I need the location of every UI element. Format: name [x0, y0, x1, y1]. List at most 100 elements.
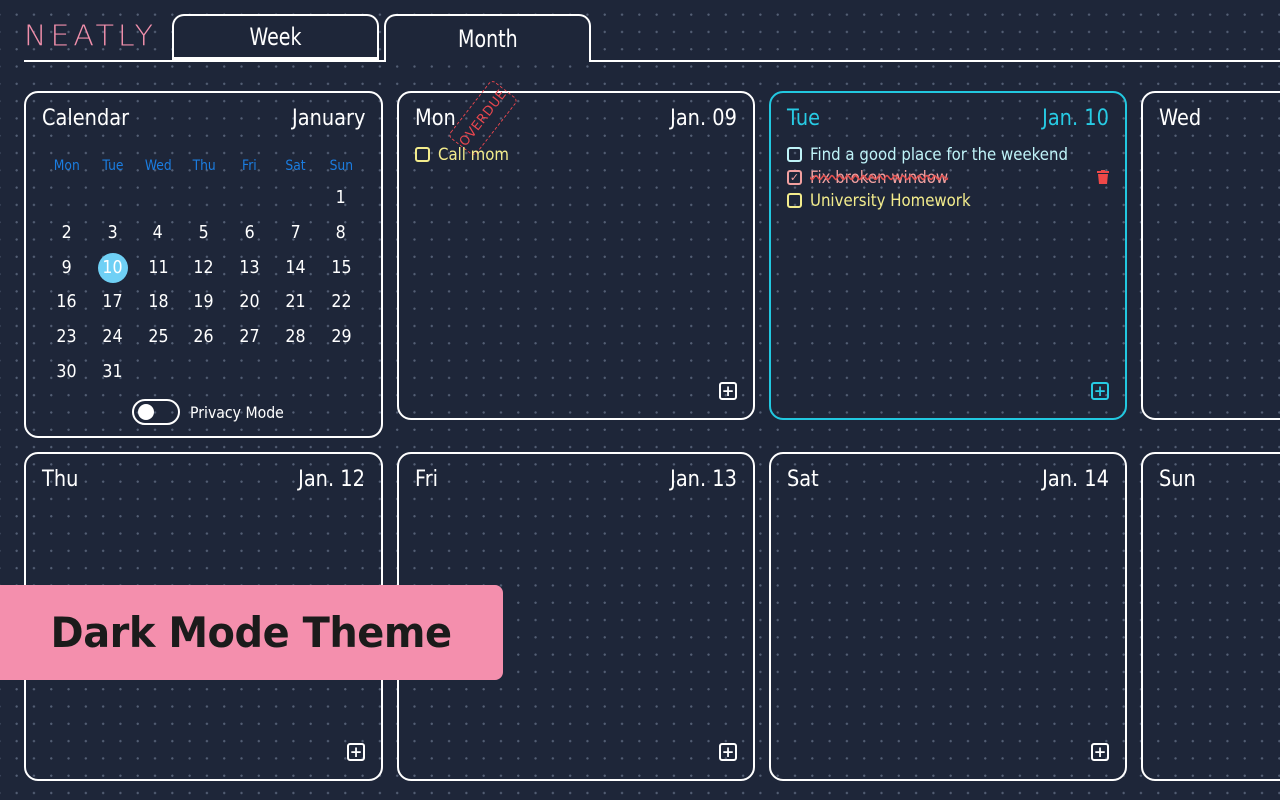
empty-cell	[227, 181, 273, 216]
day-weekday: Sun	[1159, 467, 1196, 492]
calendar-day[interactable]: 19	[181, 285, 227, 320]
add-task-button[interactable]: +	[347, 743, 365, 761]
calendar-day[interactable]: 2	[44, 216, 90, 251]
empty-cell	[135, 181, 181, 216]
tab-month[interactable]: Month	[384, 14, 591, 62]
calendar-day[interactable]: 29	[318, 320, 364, 355]
calendar-day[interactable]: 8	[318, 216, 364, 251]
day-card-sun: Sun	[1141, 452, 1280, 781]
trash-icon[interactable]	[1097, 170, 1109, 184]
day-date: Jan. 09	[670, 106, 737, 131]
add-task-button[interactable]: +	[1091, 743, 1109, 761]
weekday-header: Tue	[90, 151, 136, 181]
weekday-label: Sun	[329, 158, 353, 174]
checkbox-icon[interactable]	[415, 147, 430, 162]
calendar-day[interactable]: 6	[227, 216, 273, 251]
day-number: 7	[290, 221, 301, 243]
privacy-mode: Privacy Mode	[132, 399, 297, 425]
calendar-month: January	[291, 106, 365, 131]
calendar-day[interactable]: 18	[135, 285, 181, 320]
calendar-day[interactable]: 12	[181, 251, 227, 286]
day-number: 28	[285, 326, 306, 348]
add-task-button[interactable]: +	[1091, 382, 1109, 400]
task-item[interactable]: University Homework	[787, 189, 1109, 212]
day-number: 20	[239, 291, 260, 313]
calendar-day[interactable]: 20	[227, 285, 273, 320]
add-task-button[interactable]: +	[719, 743, 737, 761]
calendar-day[interactable]: 13	[227, 251, 273, 286]
calendar-day[interactable]: 28	[272, 320, 318, 355]
day-card-sat: Sat Jan. 14 +	[769, 452, 1127, 781]
day-weekday: Tue	[787, 106, 821, 131]
day-date: Jan. 14	[1042, 467, 1109, 492]
calendar-day[interactable]: 21	[272, 285, 318, 320]
weekday-label: Wed	[144, 158, 172, 174]
day-date: Jan. 13	[670, 467, 737, 492]
day-number: 1	[335, 187, 347, 208]
calendar-day[interactable]: 22	[318, 285, 364, 320]
day-card-wed: Wed	[1141, 91, 1280, 420]
day-number: 14	[285, 256, 306, 278]
plus-icon: +	[1093, 743, 1107, 761]
calendar-day[interactable]: 1	[318, 181, 364, 216]
day-number: 24	[102, 326, 123, 348]
calendar-day[interactable]: 31	[90, 355, 136, 390]
calendar-day[interactable]: 17	[90, 285, 136, 320]
calendar-day[interactable]: 27	[227, 320, 273, 355]
checkbox-icon[interactable]	[787, 147, 802, 162]
checkbox-checked-icon[interactable]: ✓	[787, 170, 802, 185]
privacy-mode-toggle[interactable]	[132, 399, 180, 425]
day-number: 25	[148, 326, 169, 348]
day-number: 9	[61, 256, 72, 278]
tab-week[interactable]: Week	[172, 14, 379, 62]
calendar-day[interactable]: 24	[90, 320, 136, 355]
task-item[interactable]: Find a good place for the weekend	[787, 143, 1109, 166]
day-number: 30	[56, 360, 77, 382]
day-number: 8	[335, 221, 347, 243]
theme-banner: Dark Mode Theme	[0, 585, 503, 680]
calendar-grid: Mon Tue Wed Thu Fri Sat Sun 1 2 3 4 5 6 7 8 9 10 11 12 13 14…	[44, 151, 364, 390]
day-number: 22	[330, 291, 352, 313]
calendar-day[interactable]: 3	[90, 216, 136, 251]
calendar-day[interactable]: 15	[318, 251, 364, 286]
mini-calendar: Calendar January Mon Tue Wed Thu Fri Sat Sun 1 2…	[24, 91, 383, 438]
empty-cell	[90, 181, 136, 216]
checkbox-icon[interactable]	[787, 193, 802, 208]
banner-text: Dark Mode Theme	[51, 608, 452, 657]
calendar-day-selected[interactable]: 10	[90, 251, 136, 286]
calendar-day[interactable]: 30	[44, 355, 90, 390]
calendar-day[interactable]: 9	[44, 251, 90, 286]
weekday-label: Mon	[53, 158, 80, 174]
add-task-button[interactable]: +	[719, 382, 737, 400]
day-number: 18	[148, 291, 169, 313]
calendar-day[interactable]: 16	[44, 285, 90, 320]
weekday-label: Tue	[101, 158, 124, 174]
calendar-day[interactable]: 4	[135, 216, 181, 251]
calendar-day[interactable]: 25	[135, 320, 181, 355]
tab-month-label: Month	[457, 25, 518, 53]
day-weekday: Fri	[415, 467, 439, 492]
day-number: 31	[102, 360, 123, 382]
calendar-day[interactable]: 5	[181, 216, 227, 251]
day-weekday: Sat	[787, 467, 819, 492]
weekday-label: Fri	[242, 158, 257, 174]
day-number: 16	[56, 291, 77, 313]
day-number: 11	[148, 256, 169, 278]
calendar-day[interactable]: 14	[272, 251, 318, 286]
calendar-day[interactable]: 7	[272, 216, 318, 251]
weekday-label: Thu	[192, 158, 216, 174]
day-number: 12	[193, 256, 214, 278]
day-number: 6	[244, 221, 255, 243]
app-logo: NEATLY	[24, 19, 157, 54]
calendar-day[interactable]: 26	[181, 320, 227, 355]
calendar-title: Calendar	[42, 106, 130, 131]
day-weekday: Thu	[42, 467, 79, 492]
task-item[interactable]: Call mom	[415, 143, 737, 166]
task-item[interactable]: ✓ Fix broken window	[787, 166, 1109, 189]
day-number: 13	[239, 256, 260, 278]
calendar-day[interactable]: 23	[44, 320, 90, 355]
day-weekday: Mon	[415, 106, 456, 131]
calendar-day[interactable]: 11	[135, 251, 181, 286]
plus-icon: +	[721, 382, 735, 400]
day-number: 3	[107, 221, 118, 243]
